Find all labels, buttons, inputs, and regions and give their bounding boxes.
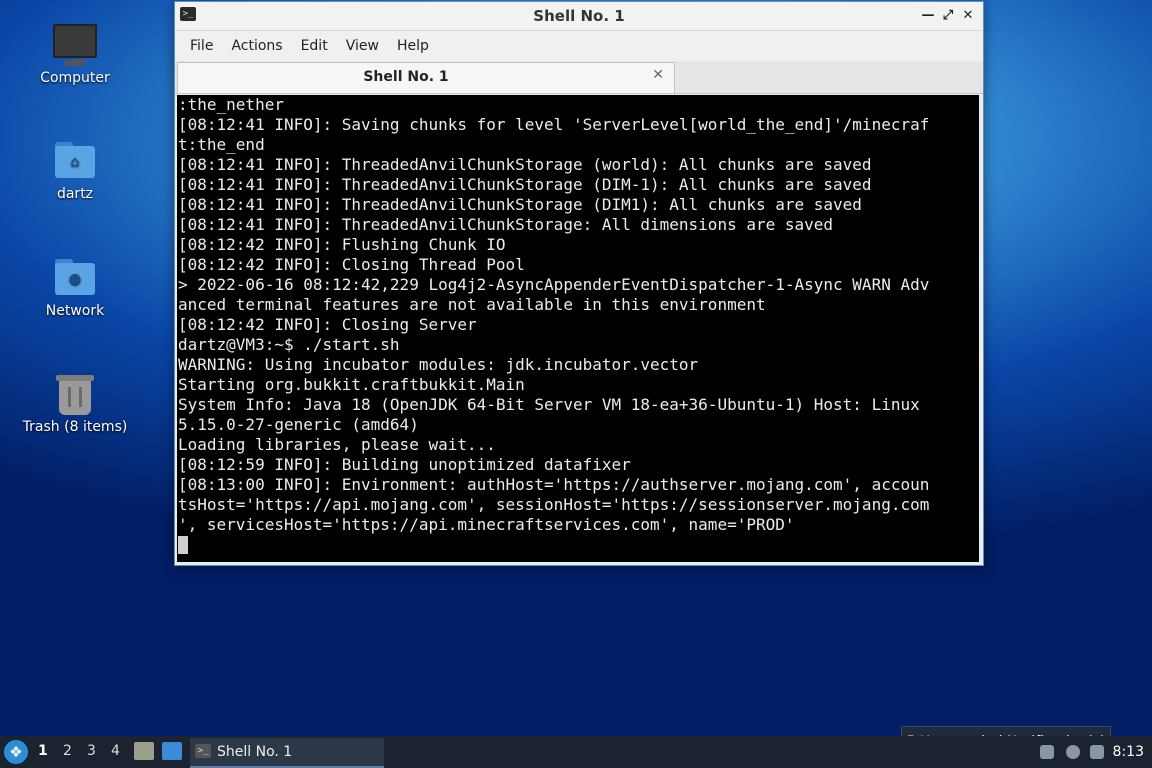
tab-bar: Shell No. 1 ✕	[175, 61, 983, 94]
task-shell-1[interactable]: >_ Shell No. 1	[190, 738, 384, 768]
show-desktop-icon[interactable]	[162, 742, 182, 760]
desktop-icon-network[interactable]: ● Network	[20, 257, 130, 319]
tab-close-icon[interactable]: ✕	[652, 67, 664, 83]
terminal-line: [08:12:59 INFO]: Building unoptimized da…	[178, 455, 631, 474]
menu-file[interactable]: File	[181, 38, 222, 54]
network-folder-icon: ●	[53, 257, 97, 299]
home-folder-icon: ⌂	[53, 140, 97, 182]
tab-label: Shell No. 1	[363, 69, 449, 85]
terminal-line: Loading libraries, please wait...	[178, 435, 496, 454]
terminal-line: Starting org.bukkit.craftbukkit.Main	[178, 375, 525, 394]
menu-actions[interactable]: Actions	[222, 38, 291, 54]
desktop-icon-label: Trash (8 items)	[22, 419, 128, 435]
desktop-icon-trash[interactable]: Trash (8 items)	[20, 373, 130, 435]
terminal-line: dartz@VM3:~$ ./start.sh	[178, 335, 400, 354]
desktop-icon-computer[interactable]: Computer	[20, 24, 130, 86]
terminal-line: [08:12:42 INFO]: Closing Thread Pool	[178, 255, 525, 274]
file-manager-launcher-icon[interactable]	[134, 742, 154, 760]
terminal-line: [08:12:41 INFO]: ThreadedAnvilChunkStora…	[178, 155, 872, 174]
terminal-line: [08:12:41 INFO]: Saving chunks for level…	[178, 115, 930, 134]
tray-folder-icon[interactable]	[1040, 745, 1054, 759]
menu-edit[interactable]: Edit	[292, 38, 337, 54]
trash-icon	[53, 373, 97, 415]
tab-shell-1[interactable]: Shell No. 1 ✕	[177, 62, 675, 93]
workspace-1[interactable]: 1	[38, 743, 48, 759]
terminal-line: 5.15.0-27-generic (amd64)	[178, 415, 419, 434]
workspace-3[interactable]: 3	[87, 743, 96, 759]
desktop-icon-home-folder[interactable]: ⌂ dartz	[20, 140, 130, 202]
close-button[interactable]: ✕	[959, 7, 977, 25]
terminal-output[interactable]: :the_nether [08:12:41 INFO]: Saving chun…	[177, 95, 979, 562]
tray-settings-icon[interactable]	[1066, 745, 1080, 759]
terminal-line: :the_nether	[178, 95, 284, 114]
clock[interactable]: 8:13	[1113, 744, 1144, 760]
terminal-line: tsHost='https://api.mojang.com', session…	[178, 495, 930, 514]
terminal-line: ', servicesHost='https://api.minecraftse…	[178, 515, 795, 534]
desktop-icon-label: Computer	[40, 70, 110, 86]
terminal-cursor	[178, 536, 188, 554]
desktop-icon-label: Network	[45, 303, 105, 319]
menu-bar: File Actions Edit View Help	[175, 31, 983, 61]
computer-icon	[53, 24, 97, 66]
terminal-line: WARNING: Using incubator modules: jdk.in…	[178, 355, 699, 374]
minimize-button[interactable]: —	[919, 7, 937, 25]
terminal-line: > 2022-06-16 08:12:42,229 Log4j2-AsyncAp…	[178, 275, 930, 294]
terminal-line: [08:12:41 INFO]: ThreadedAnvilChunkStora…	[178, 215, 834, 234]
terminal-line: [08:12:41 INFO]: ThreadedAnvilChunkStora…	[178, 175, 872, 194]
maximize-button[interactable]: ⤢	[939, 7, 957, 25]
terminal-line: [08:12:41 INFO]: ThreadedAnvilChunkStora…	[178, 195, 862, 214]
workspace-2[interactable]: 2	[63, 743, 72, 759]
window-title: Shell No. 1	[533, 7, 625, 25]
terminal-line: [08:12:42 INFO]: Flushing Chunk IO	[178, 235, 506, 254]
start-menu-icon[interactable]: ❖	[4, 740, 28, 764]
terminal-task-icon: >_	[195, 744, 211, 758]
title-bar[interactable]: >_ Shell No. 1 — ⤢ ✕	[175, 2, 983, 31]
terminal-line: [08:13:00 INFO]: Environment: authHost='…	[178, 475, 930, 494]
terminal-line: System Info: Java 18 (OpenJDK 64-Bit Ser…	[178, 395, 920, 414]
terminal-line: t:the_end	[178, 135, 265, 154]
taskbar: ❖ 1 2 3 4 >_ Shell No. 1 8:13	[0, 736, 1152, 768]
terminal-line: [08:12:42 INFO]: Closing Server	[178, 315, 477, 334]
terminal-window: >_ Shell No. 1 — ⤢ ✕ File Actions Edit V…	[174, 1, 984, 566]
task-label: Shell No. 1	[217, 744, 293, 760]
workspace-4[interactable]: 4	[111, 743, 120, 759]
desktop-icon-label: dartz	[56, 186, 94, 202]
tray-battery-icon[interactable]	[1090, 745, 1104, 759]
terminal-line: anced terminal features are not availabl…	[178, 295, 766, 314]
menu-help[interactable]: Help	[388, 38, 438, 54]
menu-view[interactable]: View	[337, 38, 388, 54]
